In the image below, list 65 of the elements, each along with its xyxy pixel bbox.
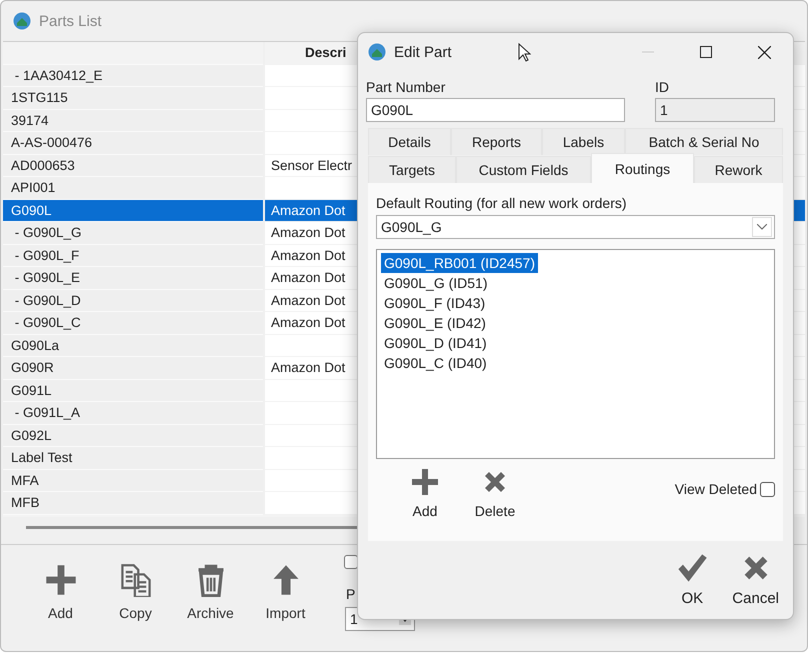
table-cell[interactable]: G090R xyxy=(3,357,263,380)
mouse-cursor-icon xyxy=(518,42,531,62)
table-cell[interactable]: - G091L_A xyxy=(3,402,263,424)
field-label: Part Number xyxy=(366,79,446,95)
table-cell[interactable]: MFB xyxy=(3,492,263,514)
tab[interactable]: Labels xyxy=(542,128,625,155)
table-cell[interactable]: - G090L_F xyxy=(3,244,263,267)
table-cell[interactable]: 1STG115 xyxy=(3,87,263,110)
table-cell[interactable]: G090L xyxy=(3,200,263,222)
table-cell[interactable]: - G090L_E xyxy=(3,267,263,290)
add-button[interactable]: Add xyxy=(390,467,460,519)
table-cell[interactable]: Label Test xyxy=(3,447,263,470)
table-cell[interactable]: - G090L_D xyxy=(3,290,263,312)
table-cell[interactable]: G090La xyxy=(3,334,263,357)
field-label: ID xyxy=(655,79,670,95)
list-item[interactable]: G090L_C (ID40) xyxy=(381,353,490,373)
plus-icon xyxy=(44,563,78,597)
table-cell[interactable]: MFA xyxy=(3,470,263,492)
field-label: Default Routing (for all new work orders) xyxy=(376,195,628,211)
table-cell[interactable]: 39174 xyxy=(3,110,263,132)
part-number-field[interactable]: G090L xyxy=(366,98,625,122)
delete-button[interactable]: Delete xyxy=(460,467,530,519)
id-field[interactable]: 1 xyxy=(655,98,775,122)
tab[interactable]: Details xyxy=(368,128,451,155)
table-cell[interactable]: AD000653 xyxy=(3,154,263,177)
toolbar-button[interactable]: Copy xyxy=(98,563,173,621)
toolbar-button[interactable]: Add xyxy=(23,563,98,621)
field-label: P xyxy=(346,586,356,602)
copy-icon xyxy=(118,563,152,597)
tab[interactable]: Routings xyxy=(591,153,694,183)
table-cell[interactable]: - G090L_C xyxy=(3,312,263,334)
window-title: Parts List xyxy=(39,12,102,30)
cancel-button[interactable]: Cancel xyxy=(732,551,779,607)
tab[interactable]: Custom Fields xyxy=(456,156,591,183)
maximize-icon xyxy=(700,46,712,58)
checkbox[interactable] xyxy=(760,482,775,496)
plus-icon xyxy=(410,467,440,497)
tab[interactable]: Reports xyxy=(451,128,542,155)
ok-button[interactable]: OK xyxy=(672,551,712,607)
minimize-icon xyxy=(642,51,654,53)
routings-list[interactable]: G090L_RB001 (ID2457) G090L_G (ID51) G090L_F (ID43) G090L_E (ID42) G090L_D (ID41) G090L_C (ID40) xyxy=(376,249,775,459)
checkbox[interactable] xyxy=(344,555,358,569)
chevron-down-icon xyxy=(757,224,767,230)
close-icon xyxy=(758,46,770,58)
app-logo-icon xyxy=(368,43,386,61)
table-cell[interactable]: - 1AA30412_E xyxy=(3,64,263,87)
list-item[interactable]: G090L_F (ID43) xyxy=(381,293,488,313)
toolbar-button[interactable]: Import xyxy=(248,563,323,621)
toolbar-button[interactable]: Archive xyxy=(173,563,248,621)
list-item[interactable]: G090L_E (ID42) xyxy=(381,313,489,333)
list-item[interactable]: G090L_D (ID41) xyxy=(381,333,490,353)
table-cell[interactable]: G091L xyxy=(3,380,263,402)
default-routing-dropdown[interactable]: G090L_G xyxy=(376,215,775,239)
tab[interactable]: Targets xyxy=(368,156,456,183)
table-cell[interactable]: G092L xyxy=(3,424,263,447)
list-item[interactable]: G090L_RB001 (ID2457) xyxy=(381,253,538,273)
checkbox-label: View Deleted xyxy=(674,481,757,497)
table-cell[interactable]: - G090L_G xyxy=(3,222,263,244)
app-logo-icon xyxy=(13,12,31,30)
table-cell[interactable]: API001 xyxy=(3,177,263,200)
dialog-title: Edit Part xyxy=(394,44,452,60)
tab[interactable]: Rework xyxy=(694,156,783,183)
tab[interactable]: Batch & Serial No xyxy=(625,128,783,155)
table-cell[interactable]: A-AS-000476 xyxy=(3,132,263,154)
list-item[interactable]: G090L_G (ID51) xyxy=(381,273,490,293)
